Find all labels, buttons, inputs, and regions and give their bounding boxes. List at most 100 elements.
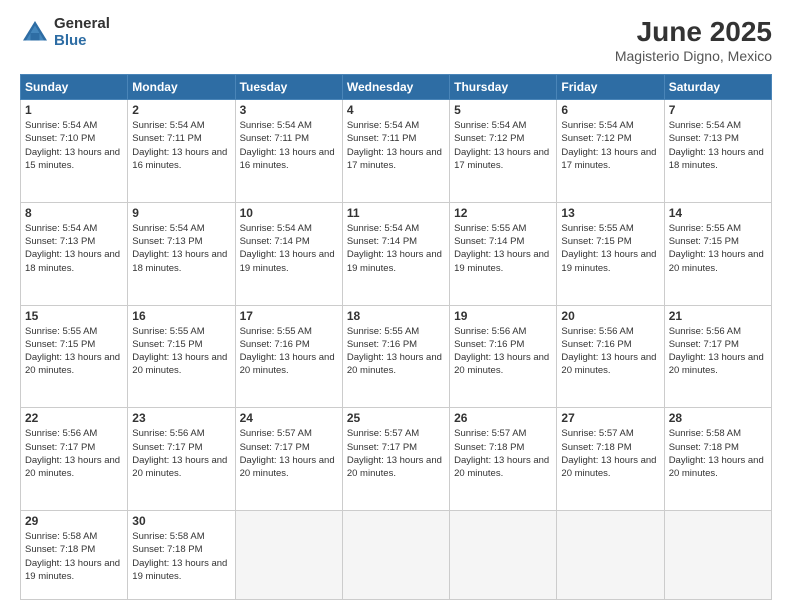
header: General Blue June 2025 Magisterio Digno,… — [20, 16, 772, 64]
sunrise-label: Sunrise: 5:54 AM — [240, 223, 312, 234]
sunset-label: Sunset: 7:10 PM — [25, 133, 95, 144]
table-row: 26 Sunrise: 5:57 AM Sunset: 7:18 PM Dayl… — [450, 408, 557, 511]
day-number: 21 — [669, 309, 767, 323]
sunset-label: Sunset: 7:12 PM — [454, 133, 524, 144]
table-row: 22 Sunrise: 5:56 AM Sunset: 7:17 PM Dayl… — [21, 408, 128, 511]
table-row: 28 Sunrise: 5:58 AM Sunset: 7:18 PM Dayl… — [664, 408, 771, 511]
day-info: Sunrise: 5:55 AM Sunset: 7:15 PM Dayligh… — [132, 325, 230, 378]
sunrise-label: Sunrise: 5:56 AM — [669, 326, 741, 337]
table-row: 3 Sunrise: 5:54 AM Sunset: 7:11 PM Dayli… — [235, 100, 342, 203]
table-row: 29 Sunrise: 5:58 AM Sunset: 7:18 PM Dayl… — [21, 511, 128, 600]
sunrise-label: Sunrise: 5:54 AM — [132, 223, 204, 234]
sunset-label: Sunset: 7:13 PM — [669, 133, 739, 144]
day-number: 10 — [240, 206, 338, 220]
day-info: Sunrise: 5:55 AM Sunset: 7:14 PM Dayligh… — [454, 222, 552, 275]
table-row: 10 Sunrise: 5:54 AM Sunset: 7:14 PM Dayl… — [235, 202, 342, 305]
location-subtitle: Magisterio Digno, Mexico — [615, 48, 772, 64]
day-info: Sunrise: 5:54 AM Sunset: 7:13 PM Dayligh… — [132, 222, 230, 275]
day-number: 19 — [454, 309, 552, 323]
day-number: 8 — [25, 206, 123, 220]
sunset-label: Sunset: 7:11 PM — [132, 133, 202, 144]
day-info: Sunrise: 5:58 AM Sunset: 7:18 PM Dayligh… — [132, 530, 230, 583]
table-row: 21 Sunrise: 5:56 AM Sunset: 7:17 PM Dayl… — [664, 305, 771, 408]
sunset-label: Sunset: 7:18 PM — [561, 442, 631, 453]
day-info: Sunrise: 5:55 AM Sunset: 7:15 PM Dayligh… — [561, 222, 659, 275]
sunrise-label: Sunrise: 5:56 AM — [132, 428, 204, 439]
sunrise-label: Sunrise: 5:55 AM — [561, 223, 633, 234]
day-info: Sunrise: 5:54 AM Sunset: 7:12 PM Dayligh… — [454, 119, 552, 172]
col-thursday: Thursday — [450, 75, 557, 100]
sunset-label: Sunset: 7:15 PM — [561, 236, 631, 247]
sunset-label: Sunset: 7:13 PM — [132, 236, 202, 247]
sunset-label: Sunset: 7:13 PM — [25, 236, 95, 247]
daylight-label: Daylight: 13 hours and 17 minutes. — [561, 147, 656, 171]
daylight-label: Daylight: 13 hours and 20 minutes. — [132, 455, 227, 479]
sunrise-label: Sunrise: 5:54 AM — [561, 120, 633, 131]
day-number: 16 — [132, 309, 230, 323]
day-info: Sunrise: 5:54 AM Sunset: 7:12 PM Dayligh… — [561, 119, 659, 172]
table-row: 15 Sunrise: 5:55 AM Sunset: 7:15 PM Dayl… — [21, 305, 128, 408]
table-row: 2 Sunrise: 5:54 AM Sunset: 7:11 PM Dayli… — [128, 100, 235, 203]
day-info: Sunrise: 5:54 AM Sunset: 7:13 PM Dayligh… — [25, 222, 123, 275]
sunrise-label: Sunrise: 5:58 AM — [25, 531, 97, 542]
day-info: Sunrise: 5:54 AM Sunset: 7:10 PM Dayligh… — [25, 119, 123, 172]
day-number: 3 — [240, 103, 338, 117]
sunset-label: Sunset: 7:15 PM — [132, 339, 202, 350]
day-info: Sunrise: 5:57 AM Sunset: 7:17 PM Dayligh… — [347, 427, 445, 480]
sunset-label: Sunset: 7:14 PM — [347, 236, 417, 247]
daylight-label: Daylight: 13 hours and 18 minutes. — [25, 249, 120, 273]
table-row — [342, 511, 449, 600]
logo: General Blue — [20, 16, 110, 49]
day-number: 30 — [132, 514, 230, 528]
daylight-label: Daylight: 13 hours and 20 minutes. — [132, 352, 227, 376]
sunrise-label: Sunrise: 5:57 AM — [347, 428, 419, 439]
daylight-label: Daylight: 13 hours and 19 minutes. — [561, 249, 656, 273]
col-wednesday: Wednesday — [342, 75, 449, 100]
day-info: Sunrise: 5:55 AM Sunset: 7:16 PM Dayligh… — [240, 325, 338, 378]
col-saturday: Saturday — [664, 75, 771, 100]
sunset-label: Sunset: 7:18 PM — [25, 544, 95, 555]
sunrise-label: Sunrise: 5:55 AM — [347, 326, 419, 337]
daylight-label: Daylight: 13 hours and 19 minutes. — [347, 249, 442, 273]
day-info: Sunrise: 5:54 AM Sunset: 7:11 PM Dayligh… — [347, 119, 445, 172]
calendar-week-row: 1 Sunrise: 5:54 AM Sunset: 7:10 PM Dayli… — [21, 100, 772, 203]
day-info: Sunrise: 5:55 AM Sunset: 7:16 PM Dayligh… — [347, 325, 445, 378]
calendar-week-row: 29 Sunrise: 5:58 AM Sunset: 7:18 PM Dayl… — [21, 511, 772, 600]
day-number: 5 — [454, 103, 552, 117]
day-info: Sunrise: 5:57 AM Sunset: 7:17 PM Dayligh… — [240, 427, 338, 480]
daylight-label: Daylight: 13 hours and 19 minutes. — [25, 558, 120, 582]
day-info: Sunrise: 5:57 AM Sunset: 7:18 PM Dayligh… — [561, 427, 659, 480]
calendar-table: Sunday Monday Tuesday Wednesday Thursday… — [20, 74, 772, 600]
col-friday: Friday — [557, 75, 664, 100]
table-row: 17 Sunrise: 5:55 AM Sunset: 7:16 PM Dayl… — [235, 305, 342, 408]
sunset-label: Sunset: 7:15 PM — [25, 339, 95, 350]
day-info: Sunrise: 5:54 AM Sunset: 7:11 PM Dayligh… — [132, 119, 230, 172]
day-info: Sunrise: 5:55 AM Sunset: 7:15 PM Dayligh… — [669, 222, 767, 275]
sunrise-label: Sunrise: 5:54 AM — [240, 120, 312, 131]
day-info: Sunrise: 5:56 AM Sunset: 7:17 PM Dayligh… — [25, 427, 123, 480]
day-number: 2 — [132, 103, 230, 117]
day-number: 11 — [347, 206, 445, 220]
daylight-label: Daylight: 13 hours and 20 minutes. — [669, 455, 764, 479]
daylight-label: Daylight: 13 hours and 20 minutes. — [561, 352, 656, 376]
table-row — [664, 511, 771, 600]
daylight-label: Daylight: 13 hours and 18 minutes. — [669, 147, 764, 171]
daylight-label: Daylight: 13 hours and 19 minutes. — [240, 249, 335, 273]
table-row: 16 Sunrise: 5:55 AM Sunset: 7:15 PM Dayl… — [128, 305, 235, 408]
sunset-label: Sunset: 7:17 PM — [347, 442, 417, 453]
sunrise-label: Sunrise: 5:54 AM — [347, 223, 419, 234]
sunset-label: Sunset: 7:18 PM — [454, 442, 524, 453]
day-number: 4 — [347, 103, 445, 117]
table-row: 18 Sunrise: 5:55 AM Sunset: 7:16 PM Dayl… — [342, 305, 449, 408]
table-row: 11 Sunrise: 5:54 AM Sunset: 7:14 PM Dayl… — [342, 202, 449, 305]
sunrise-label: Sunrise: 5:55 AM — [240, 326, 312, 337]
day-number: 1 — [25, 103, 123, 117]
sunset-label: Sunset: 7:11 PM — [347, 133, 417, 144]
col-sunday: Sunday — [21, 75, 128, 100]
daylight-label: Daylight: 13 hours and 20 minutes. — [25, 352, 120, 376]
sunrise-label: Sunrise: 5:56 AM — [561, 326, 633, 337]
day-number: 24 — [240, 411, 338, 425]
table-row: 24 Sunrise: 5:57 AM Sunset: 7:17 PM Dayl… — [235, 408, 342, 511]
sunrise-label: Sunrise: 5:54 AM — [132, 120, 204, 131]
daylight-label: Daylight: 13 hours and 16 minutes. — [240, 147, 335, 171]
